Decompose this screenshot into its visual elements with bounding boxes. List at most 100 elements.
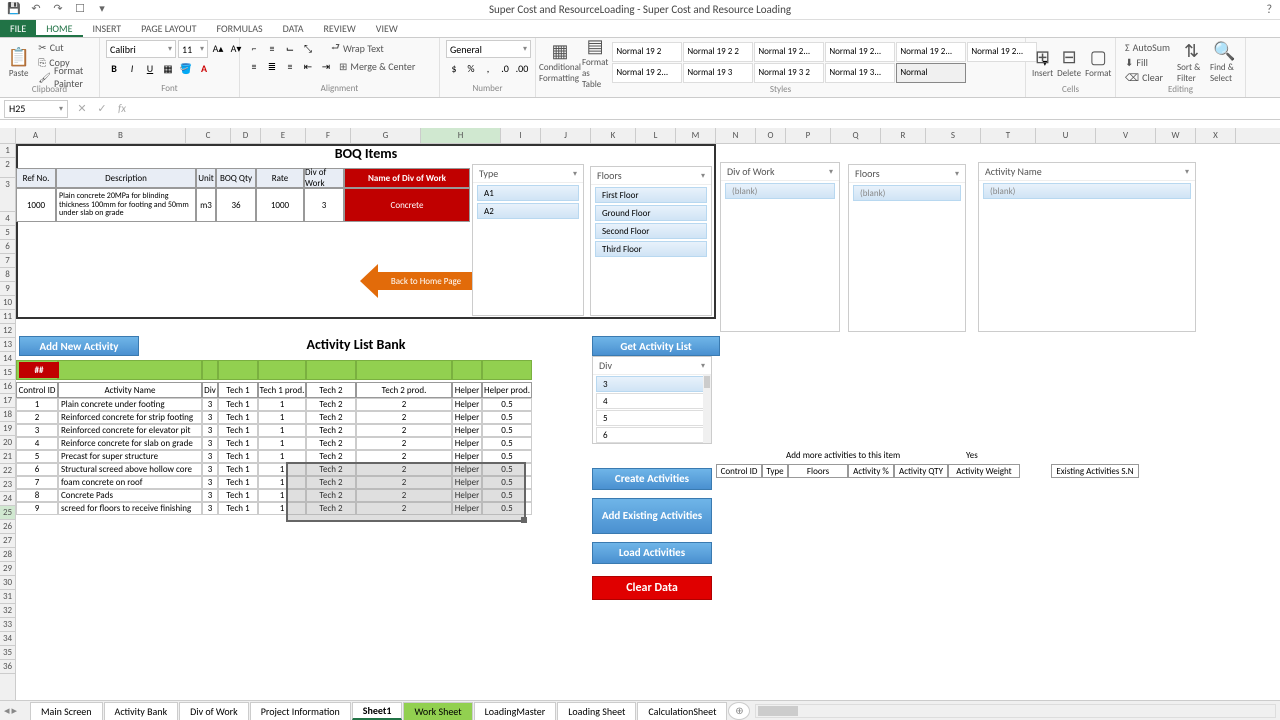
create-activities-button[interactable]: Create Activities [592, 468, 712, 490]
slicer-item[interactable]: Ground Floor [595, 205, 707, 221]
inc-dec-icon[interactable]: .0 [497, 60, 513, 76]
row-header[interactable]: 18 [0, 408, 15, 422]
row-header[interactable]: 11 [0, 310, 15, 324]
row-header[interactable]: 21 [0, 450, 15, 464]
row-header[interactable]: 10 [0, 296, 15, 310]
table-row[interactable]: 6Structural screed above hollow core3Tec… [16, 463, 532, 476]
add-sheet-button[interactable]: ⊕ [728, 702, 750, 720]
column-header[interactable]: H [421, 128, 501, 143]
row-header[interactable]: 33 [0, 618, 15, 632]
border-button[interactable]: ▦ [160, 60, 176, 76]
row-header[interactable]: 9 [0, 282, 15, 296]
currency-icon[interactable]: $ [446, 60, 462, 76]
paste-button[interactable]: 📋Paste [6, 40, 31, 84]
row-header[interactable]: 25 [0, 506, 15, 520]
ribbon-tab-review[interactable]: REVIEW [313, 20, 365, 37]
column-header[interactable]: I [501, 128, 541, 143]
cell-style-item[interactable]: Normal [896, 63, 966, 83]
table-row[interactable]: 3Reinforced concrete for elevator pit3Te… [16, 424, 532, 437]
slicer-item[interactable]: (blank) [983, 183, 1191, 199]
column-header[interactable]: S [926, 128, 981, 143]
orientation-icon[interactable]: ⤡ [300, 40, 316, 56]
row-header[interactable]: 1 [0, 144, 15, 158]
fx-icon[interactable]: fx [112, 102, 132, 115]
clear-data-button[interactable]: Clear Data [592, 576, 712, 600]
find-select-button[interactable]: 🔍Find & Select [1210, 40, 1239, 84]
slicer-item[interactable]: A1 [477, 185, 579, 201]
undo-icon[interactable]: ↶ [28, 2, 44, 18]
align-right-icon[interactable]: ≡ [282, 58, 298, 74]
conditional-formatting-button[interactable]: ▦Conditional Formatting [542, 40, 578, 84]
slicer-item[interactable]: Second Floor [595, 223, 707, 239]
boq-cell[interactable]: 36 [216, 188, 256, 222]
align-mid-icon[interactable]: ≡ [264, 40, 280, 56]
div-slicer-item[interactable]: 3 [596, 376, 708, 392]
row-header[interactable]: 31 [0, 590, 15, 604]
align-center-icon[interactable]: ≣ [264, 58, 280, 74]
filter-icon[interactable]: ▾ [573, 169, 577, 179]
format-as-table-button[interactable]: ▤Format as Table [582, 40, 608, 84]
row-header[interactable]: 19 [0, 422, 15, 436]
cell-style-item[interactable]: Normal 19 2... [825, 42, 895, 62]
column-header[interactable]: M [676, 128, 716, 143]
column-header[interactable]: U [1036, 128, 1096, 143]
sheet-tab[interactable]: CalculationSheet [637, 702, 727, 720]
row-header[interactable]: 7 [0, 254, 15, 268]
column-header[interactable]: T [981, 128, 1036, 143]
align-top-icon[interactable]: ⌐ [246, 40, 262, 56]
row-header[interactable]: 5 [0, 226, 15, 240]
help-icon[interactable]: ? [1266, 3, 1272, 17]
column-header[interactable]: C [186, 128, 231, 143]
slicer-floors[interactable]: Floors▾ First FloorGround FloorSecond Fl… [590, 166, 712, 316]
row-header[interactable]: 2 [0, 158, 15, 178]
cell-style-item[interactable]: Normal 19 3... [825, 63, 895, 83]
sheet-tab[interactable]: Main Screen [30, 702, 103, 720]
fill-color-button[interactable]: 🪣 [178, 60, 194, 76]
comma-icon[interactable]: , [480, 60, 496, 76]
sheet-nav-next-icon[interactable]: ▸ [12, 704, 18, 717]
delete-cells-button[interactable]: ⊟Delete [1057, 40, 1081, 84]
formula-input[interactable] [132, 100, 1280, 118]
ribbon-tab-view[interactable]: VIEW [366, 20, 408, 37]
ribbon-tab-page-layout[interactable]: PAGE LAYOUT [131, 20, 206, 37]
indent-inc-icon[interactable]: ⇥ [318, 58, 334, 74]
row-header[interactable]: 14 [0, 352, 15, 366]
sheet-tab[interactable]: Work Sheet [403, 702, 472, 720]
cell-style-item[interactable]: Normal 19 2 [612, 42, 682, 62]
column-header[interactable]: K [591, 128, 636, 143]
column-header[interactable]: R [881, 128, 926, 143]
div-slicer-item[interactable]: 4 [596, 393, 708, 409]
row-header[interactable]: 16 [0, 380, 15, 394]
grow-font-icon[interactable]: A▴ [210, 40, 226, 56]
align-left-icon[interactable]: ≡ [246, 58, 262, 74]
sheet-tab[interactable]: LoadingMaster [474, 702, 557, 720]
column-header[interactable]: N [716, 128, 756, 143]
enter-formula-icon[interactable]: ✓ [92, 102, 112, 115]
filter-icon[interactable]: ▾ [1185, 167, 1189, 177]
add-existing-activities-button[interactable]: Add Existing Activities [592, 498, 712, 534]
sheet-tab[interactable]: Loading Sheet [557, 702, 636, 720]
ribbon-tab-insert[interactable]: INSERT [83, 20, 132, 37]
sheet-nav-prev-icon[interactable]: ◂ [4, 704, 10, 717]
table-row[interactable]: 7foam concrete on roof3Tech 11Tech 22Hel… [16, 476, 532, 489]
row-header[interactable]: 27 [0, 534, 15, 548]
sort-filter-button[interactable]: ⇅Sort & Filter [1177, 40, 1206, 84]
column-header[interactable]: G [351, 128, 421, 143]
load-activities-button[interactable]: Load Activities [592, 542, 712, 564]
column-header[interactable]: F [306, 128, 351, 143]
row-header[interactable]: 13 [0, 338, 15, 352]
row-header[interactable]: 6 [0, 240, 15, 254]
row-header[interactable]: 20 [0, 436, 15, 450]
indent-dec-icon[interactable]: ⇤ [300, 58, 316, 74]
boq-cell[interactable]: 1000 [16, 188, 56, 222]
filter-icon[interactable]: ▾ [701, 361, 705, 371]
table-row[interactable]: 4Reinforce concrete for slab on grade3Te… [16, 437, 532, 450]
row-header[interactable]: 22 [0, 464, 15, 478]
column-header[interactable]: O [756, 128, 786, 143]
ribbon-tab-data[interactable]: DATA [273, 20, 314, 37]
row-header[interactable]: 35 [0, 646, 15, 660]
boq-cell[interactable]: 1000 [256, 188, 304, 222]
filter-icon[interactable]: ▾ [955, 169, 959, 179]
font-name-combo[interactable]: Calibri▾ [106, 40, 176, 58]
number-format-combo[interactable]: General▾ [446, 40, 531, 58]
